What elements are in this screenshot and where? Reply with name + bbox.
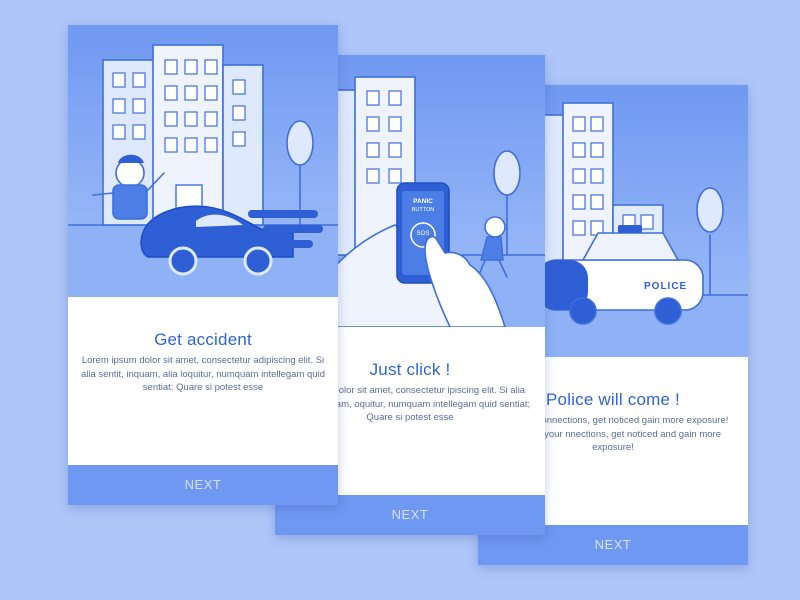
phone-button-label: BUTTON (411, 207, 435, 213)
accident-illustration (68, 25, 338, 297)
onboarding-card-accident: Get accident Lorem ipsum dolor sit amet,… (68, 25, 338, 505)
next-button[interactable]: NEXT (68, 465, 338, 505)
police-car-label: POLICE (644, 281, 688, 292)
card-description: Lorem ipsum dolor sit amet, consectetur … (81, 355, 325, 393)
card-title: Get accident (154, 330, 252, 349)
sos-button[interactable]: SOS (413, 231, 433, 237)
phone-panic-label: PANIC (413, 198, 433, 205)
